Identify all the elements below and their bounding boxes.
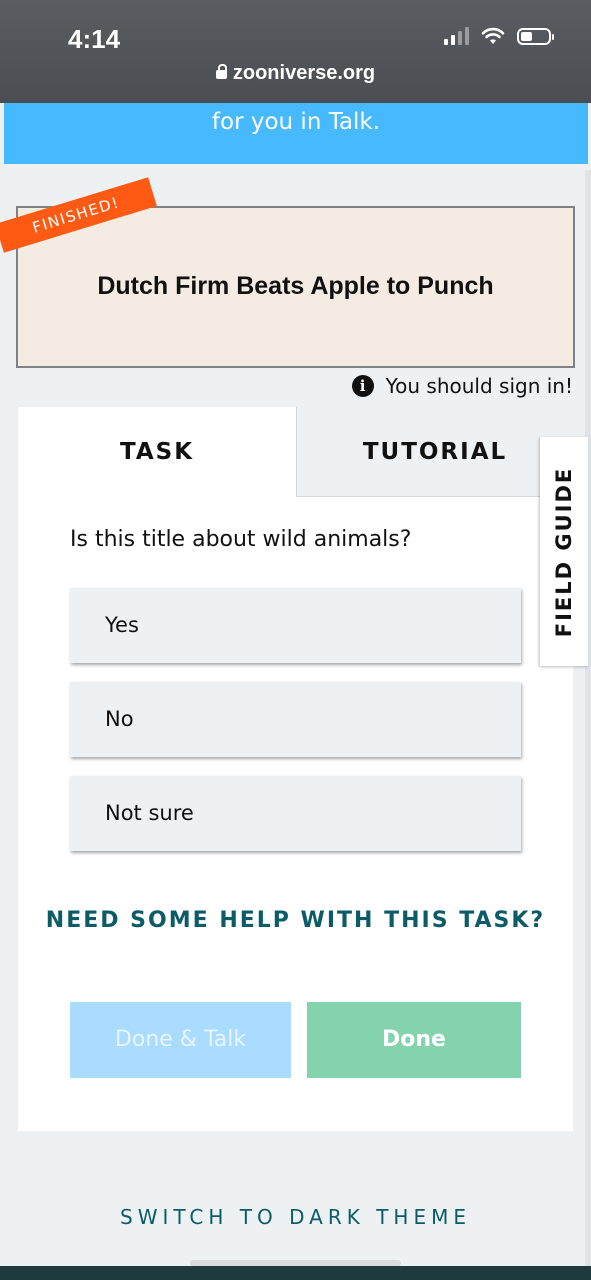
answer-no-button[interactable]: No: [70, 682, 521, 757]
address-bar[interactable]: zooniverse.org: [0, 62, 591, 85]
subject-title: Dutch Firm Beats Apple to Punch: [97, 272, 494, 300]
url-text: zooniverse.org: [232, 62, 376, 84]
wifi-icon: [481, 27, 505, 44]
talk-banner[interactable]: for you in Talk.: [4, 103, 588, 164]
task-question: Is this title about wild animals?: [70, 527, 412, 552]
status-bar: 4:14 zooniverse.org: [0, 0, 591, 103]
answer-not-sure-button[interactable]: Not sure: [70, 776, 521, 851]
help-text: NEED SOME HELP WITH THIS TASK?: [45, 908, 546, 933]
done-and-talk-button[interactable]: Done & Talk: [70, 1002, 291, 1078]
subject-card: Dutch Firm Beats Apple to Punch: [16, 206, 575, 368]
dark-theme-text: SWITCH TO DARK THEME: [120, 1205, 471, 1229]
field-guide-tab[interactable]: FIELD GUIDE: [540, 437, 588, 666]
tab-task[interactable]: TASK: [18, 407, 296, 497]
done-button[interactable]: Done: [307, 1002, 521, 1078]
field-guide-label: FIELD GUIDE: [552, 466, 576, 637]
task-panel: TASK TUTORIAL Is this title about wild a…: [18, 407, 573, 1131]
scrollbar[interactable]: [585, 170, 591, 1270]
bottom-bar: [0, 1266, 591, 1280]
tab-tutorial[interactable]: TUTORIAL: [296, 407, 573, 497]
answer-yes-button[interactable]: Yes: [70, 588, 521, 663]
dark-theme-toggle[interactable]: SWITCH TO DARK THEME: [0, 1205, 591, 1229]
battery-icon: [517, 27, 554, 45]
system-icons: [444, 27, 554, 45]
home-indicator[interactable]: [190, 1260, 401, 1266]
info-icon: i: [351, 375, 374, 397]
lock-icon: [215, 64, 227, 79]
help-link[interactable]: NEED SOME HELP WITH THIS TASK?: [18, 905, 573, 936]
banner-text: for you in Talk.: [211, 109, 381, 135]
signin-text: You should sign in!: [385, 374, 573, 398]
cellular-signal-icon: [444, 27, 469, 45]
signin-notice[interactable]: i You should sign in!: [351, 374, 573, 398]
clock: 4:14: [68, 24, 121, 54]
